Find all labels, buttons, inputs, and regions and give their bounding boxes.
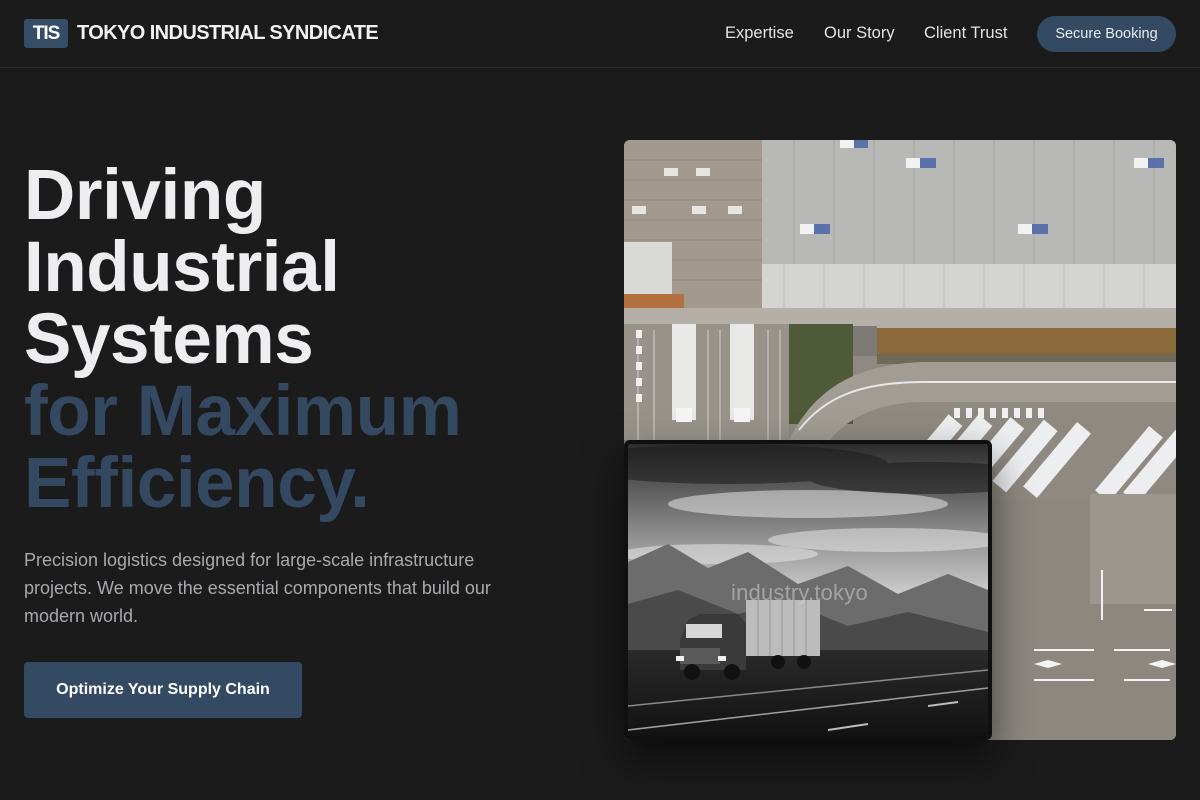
headline-line: Systems xyxy=(24,300,314,379)
logo-badge[interactable]: TIS xyxy=(24,19,68,48)
truck-landscape-image: industry.tokyo xyxy=(624,440,992,740)
top-navigation: TIS TOKYO INDUSTRIAL SYNDICATE Expertise… xyxy=(0,0,1200,68)
optimize-supply-chain-button[interactable]: Optimize Your Supply Chain xyxy=(24,662,302,718)
secure-booking-button[interactable]: Secure Booking xyxy=(1037,16,1176,52)
headline-line: Driving xyxy=(24,156,266,235)
hero-headline: Driving Industrial Systems for Maximum E… xyxy=(24,156,462,523)
headline-accent-line: Efficiency. xyxy=(24,444,370,523)
nav-link-expertise[interactable]: Expertise xyxy=(725,24,794,43)
headline-accent-line: for Maximum xyxy=(24,372,462,451)
nav-link-our-story[interactable]: Our Story xyxy=(824,24,895,43)
image-watermark: industry.tokyo xyxy=(731,580,868,605)
nav-link-client-trust[interactable]: Client Trust xyxy=(924,24,1007,43)
hero-description: Precision logistics designed for large-s… xyxy=(24,550,491,626)
brand-name[interactable]: TOKYO INDUSTRIAL SYNDICATE xyxy=(77,22,379,45)
headline-line: Industrial xyxy=(24,228,340,307)
